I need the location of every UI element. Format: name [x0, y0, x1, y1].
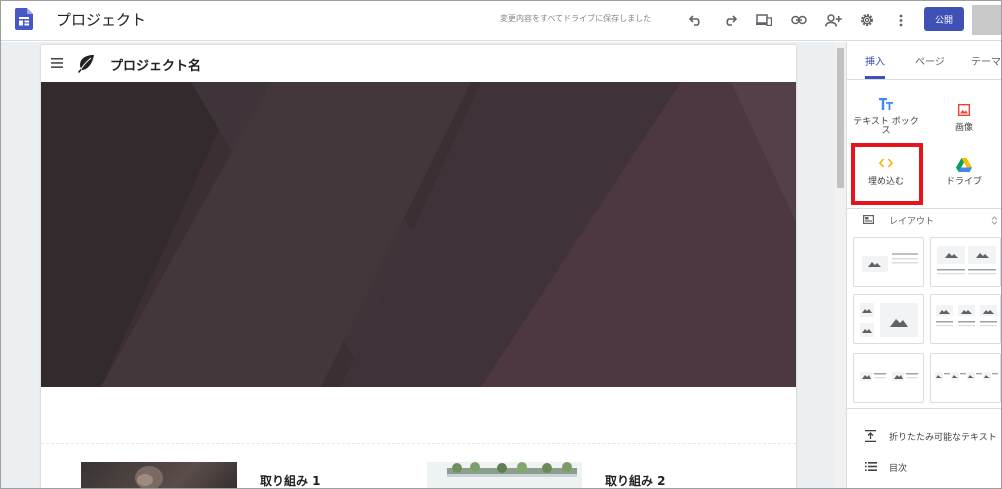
layout-option-5[interactable]: [853, 353, 924, 403]
device-preview-icon[interactable]: [754, 10, 774, 30]
table-of-contents-icon: [865, 462, 877, 471]
embed-highlight-box: [851, 143, 923, 205]
app-window: プロジェクト 変更内容をすべてドライブに保存しました 公開 プロジェクト名 取り…: [0, 0, 1002, 489]
sites-app-icon[interactable]: [15, 8, 33, 30]
layout-option-6[interactable]: [930, 353, 1001, 403]
settings-gear-icon[interactable]: [857, 10, 877, 30]
editor-canvas: プロジェクト名 取り組み 1 取り組み 2: [1, 42, 835, 488]
site-name[interactable]: プロジェクト名: [110, 55, 201, 74]
section-divider: [41, 443, 796, 444]
panel-tabs: 挿入 ページ テーマ: [847, 42, 1001, 80]
insert-image-button[interactable]: 画像: [925, 94, 1001, 152]
panel-divider-2: [847, 408, 1001, 409]
insert-drive-label: ドライブ: [945, 177, 982, 187]
tab-themes[interactable]: テーマ: [971, 53, 1001, 68]
table-of-contents-label: 目次: [889, 464, 908, 474]
top-bar: プロジェクト 変更内容をすべてドライブに保存しました 公開: [1, 1, 1001, 41]
insert-collapsible-text-button[interactable]: 折りたたみ可能なテキスト: [861, 429, 1001, 445]
insert-drive-button[interactable]: ドライブ: [925, 148, 1001, 206]
hero-background-graphic: [41, 82, 796, 387]
layouts-label: レイアウト: [889, 217, 935, 227]
layout-option-2[interactable]: [930, 237, 1001, 287]
side-panel: 挿入 ページ テーマ テキスト ボック ス 画像 埋め込む ドライブ レイアウト…: [846, 42, 1001, 488]
collapse-chevron-icon[interactable]: [991, 216, 998, 225]
card-image-2[interactable]: [427, 462, 582, 488]
layouts-section-header[interactable]: レイアウト: [861, 214, 1001, 228]
redo-icon[interactable]: [720, 10, 740, 30]
collapsible-text-label: 折りたたみ可能なテキスト: [889, 433, 997, 443]
card-title-1[interactable]: 取り組み 1: [260, 472, 321, 488]
share-person-add-icon[interactable]: [823, 10, 843, 30]
document-title[interactable]: プロジェクト: [56, 9, 146, 30]
site-page: プロジェクト名 取り組み 1 取り組み 2: [41, 45, 796, 488]
insert-table-of-contents-button[interactable]: 目次: [861, 460, 1001, 476]
hero-banner[interactable]: [41, 82, 796, 387]
card-image-1[interactable]: [81, 462, 237, 488]
publish-button[interactable]: 公開: [924, 7, 964, 31]
site-header[interactable]: プロジェクト名: [41, 45, 796, 82]
canvas-scrollbar[interactable]: [835, 42, 846, 488]
collapsible-text-icon: [865, 430, 876, 442]
save-status: 変更内容をすべてドライブに保存しました: [500, 14, 652, 23]
card-title-2[interactable]: 取り組み 2: [605, 472, 666, 488]
tab-insert[interactable]: 挿入: [865, 53, 885, 68]
leaf-logo-icon[interactable]: [77, 53, 97, 73]
layout-icon: [863, 215, 874, 224]
text-box-icon: [879, 98, 893, 110]
layout-option-4[interactable]: [930, 294, 1001, 344]
link-icon[interactable]: [789, 10, 809, 30]
active-tab-indicator: [865, 76, 885, 79]
drive-icon: [956, 158, 972, 172]
insert-image-label: 画像: [954, 123, 973, 133]
insert-text-box-button[interactable]: テキスト ボック ス: [847, 88, 925, 146]
scrollbar-thumb[interactable]: [837, 48, 844, 188]
panel-divider: [847, 208, 1001, 209]
layout-option-1[interactable]: [853, 237, 924, 287]
image-icon: [958, 104, 970, 116]
undo-icon[interactable]: [686, 10, 706, 30]
layout-option-3[interactable]: [853, 294, 924, 344]
hamburger-menu-icon[interactable]: [51, 58, 63, 68]
more-vert-icon[interactable]: [891, 10, 911, 30]
avatar[interactable]: [972, 5, 1001, 35]
tab-pages[interactable]: ページ: [915, 53, 945, 68]
insert-text-box-label-line2: ス: [881, 126, 891, 136]
